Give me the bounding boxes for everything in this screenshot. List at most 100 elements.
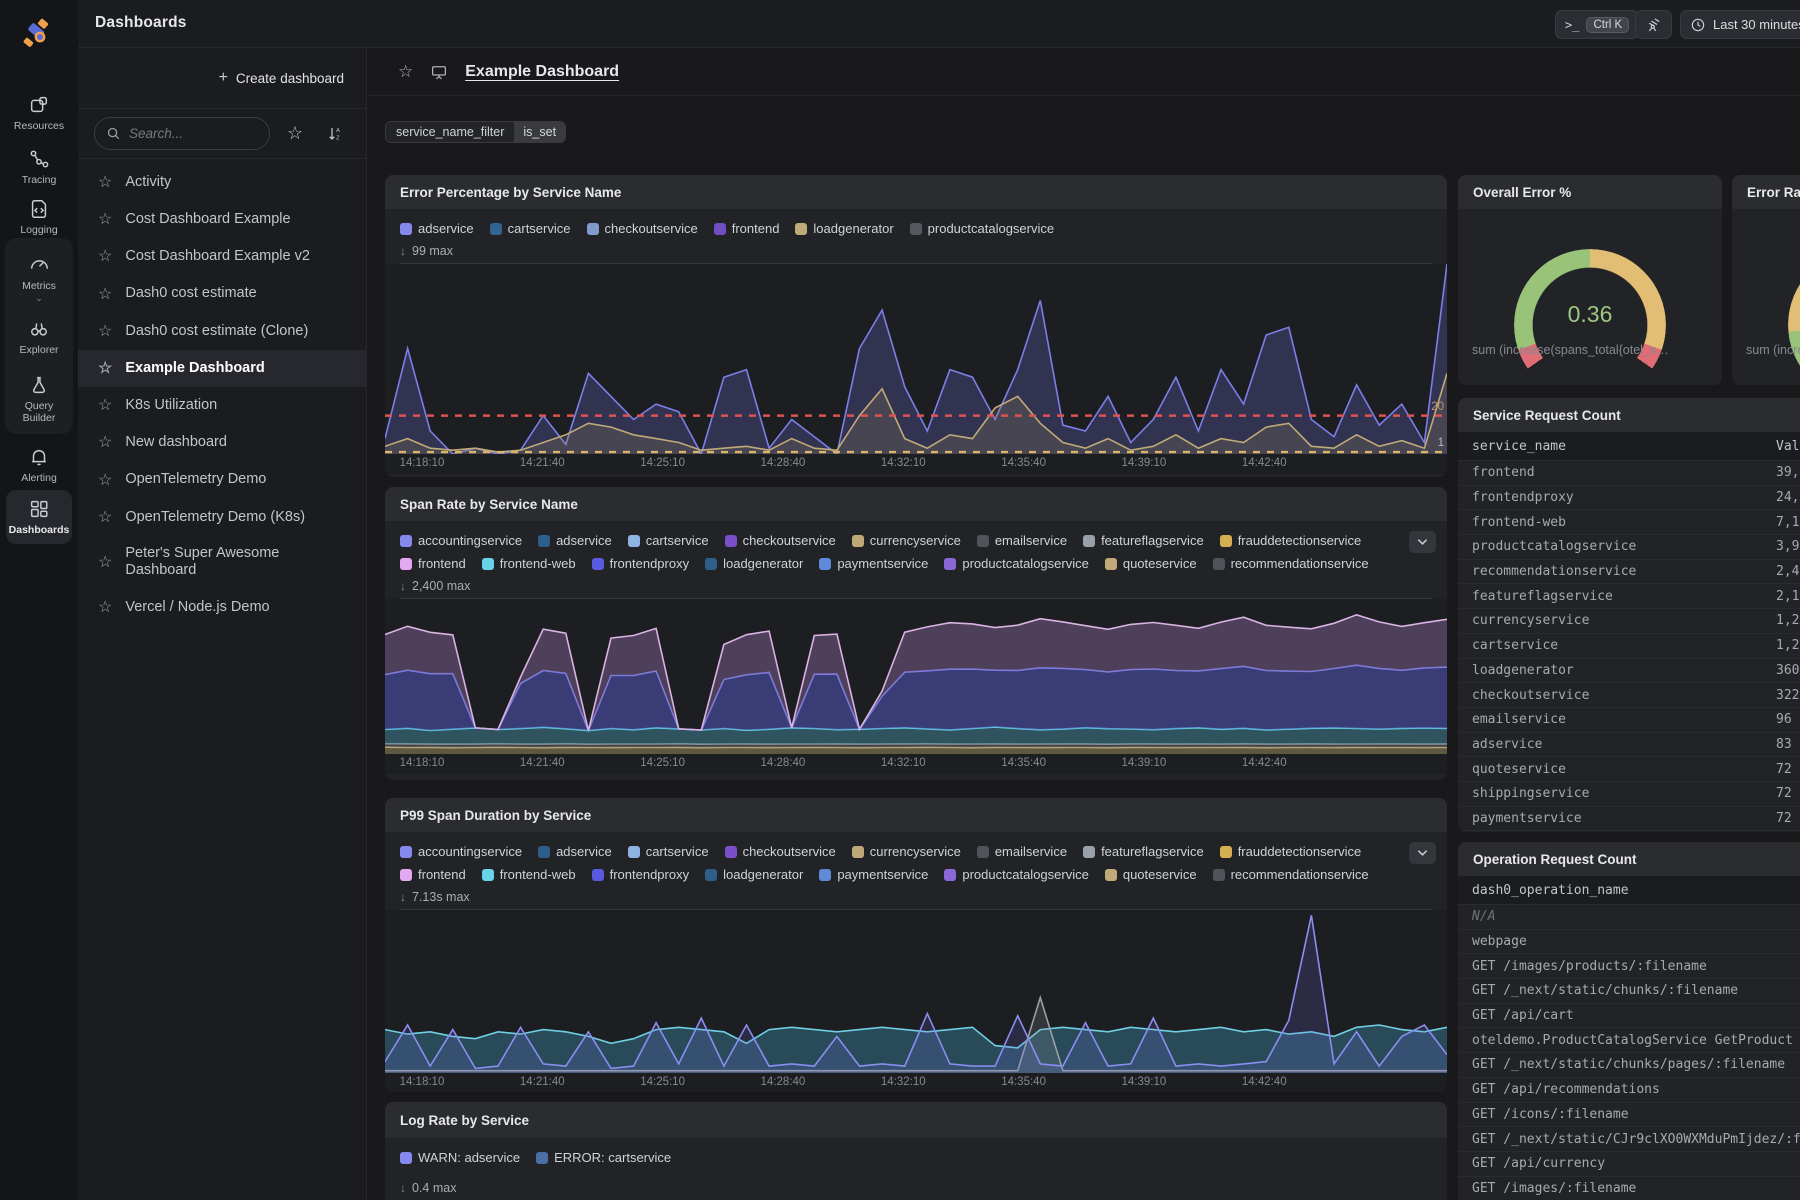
table-row[interactable]: featureflagservice2,12	[1458, 584, 1800, 609]
star-icon[interactable]: ☆	[98, 396, 112, 415]
table-row[interactable]: GET /api/recommendations	[1458, 1078, 1800, 1103]
search-input[interactable]	[129, 126, 249, 141]
star-icon[interactable]: ☆	[98, 247, 112, 266]
legend-item[interactable]: paymentservice	[819, 552, 928, 575]
table-row[interactable]: webpage	[1458, 930, 1800, 955]
favorite-star-icon[interactable]: ☆	[398, 62, 413, 82]
legend-item[interactable]: frontend	[400, 863, 466, 886]
table-row[interactable]: N/A	[1458, 905, 1800, 930]
table-row[interactable]: cartservice1,23	[1458, 634, 1800, 659]
create-dashboard-button[interactable]: + Create dashboard	[219, 69, 344, 87]
legend-item[interactable]: accountingservice	[400, 840, 522, 863]
table-row[interactable]: frontend39,4	[1458, 461, 1800, 486]
star-icon[interactable]: ☆	[98, 322, 112, 341]
table-row[interactable]: emailservice96	[1458, 708, 1800, 733]
dash0-logo[interactable]	[14, 10, 62, 58]
legend-item[interactable]: emailservice	[977, 840, 1067, 863]
legend-item[interactable]: cartservice	[628, 529, 709, 552]
rail-item-metrics[interactable]: Metrics ⌄	[6, 246, 72, 308]
sidebar-dashboard-item[interactable]: ☆Vercel / Node.js Demo	[78, 589, 366, 626]
legend-item[interactable]: featureflagservice	[1083, 529, 1204, 552]
sidebar-dashboard-item[interactable]: ☆Example Dashboard	[78, 350, 366, 387]
dashboard-title[interactable]: Example Dashboard	[465, 63, 619, 81]
table-row[interactable]: frontendproxy24,7	[1458, 486, 1800, 511]
sidebar-dashboard-item[interactable]: ☆Dash0 cost estimate (Clone)	[78, 313, 366, 350]
legend-item[interactable]: cartservice	[490, 217, 571, 240]
legend-item[interactable]: ERROR: cartservice	[536, 1146, 671, 1169]
rail-item-tracing[interactable]: Tracing	[6, 140, 72, 194]
favorites-filter-button[interactable]: ☆	[280, 119, 310, 149]
legend-item[interactable]: adservice	[538, 840, 612, 863]
legend-item[interactable]: recommendationservice	[1213, 863, 1369, 886]
star-icon[interactable]: ☆	[98, 598, 112, 617]
table-row[interactable]: GET /_next/static/CJr9clXO0WXMduPmIjdez/…	[1458, 1127, 1800, 1152]
legend-expand-button[interactable]	[1409, 842, 1436, 864]
legend-item[interactable]: loadgenerator	[795, 217, 893, 240]
sort-button[interactable]: A Z	[320, 119, 350, 149]
table-row[interactable]: oteldemo.ProductCatalogService GetProduc…	[1458, 1028, 1800, 1053]
table-row[interactable]: currencyservice1,26	[1458, 609, 1800, 634]
legend-item[interactable]: productcatalogservice	[944, 863, 1088, 886]
legend-expand-button[interactable]	[1409, 531, 1436, 553]
table-row[interactable]: adservice83	[1458, 733, 1800, 758]
sidebar-dashboard-item[interactable]: ☆New dashboard	[78, 424, 366, 461]
legend-item[interactable]: paymentservice	[819, 863, 928, 886]
table-row[interactable]: GET /api/currency	[1458, 1152, 1800, 1177]
legend-item[interactable]: quoteservice	[1105, 552, 1197, 575]
legend-item[interactable]: frauddetectionservice	[1220, 840, 1362, 863]
table-row[interactable]: productcatalogservice3,99	[1458, 535, 1800, 560]
sidebar-dashboard-item[interactable]: ☆Peter's Super Awesome Dashboard	[78, 536, 366, 589]
search-box[interactable]	[94, 117, 270, 150]
legend-item[interactable]: cartservice	[628, 840, 709, 863]
star-icon[interactable]: ☆	[98, 210, 112, 229]
legend-item[interactable]: frontend-web	[482, 863, 576, 886]
sidebar-dashboard-item[interactable]: ☆Dash0 cost estimate	[78, 276, 366, 313]
star-icon[interactable]: ☆	[98, 508, 112, 527]
table-column-header[interactable]: service_name Val	[1458, 432, 1800, 461]
legend-item[interactable]: adservice	[400, 217, 474, 240]
legend-item[interactable]: currencyservice	[852, 840, 961, 863]
legend-item[interactable]: adservice	[538, 529, 612, 552]
legend-item[interactable]: emailservice	[977, 529, 1067, 552]
legend-item[interactable]: frontendproxy	[592, 863, 690, 886]
star-icon[interactable]: ☆	[98, 359, 112, 378]
table-column-header[interactable]: dash0_operation_name	[1458, 876, 1800, 905]
table-row[interactable]: paymentservice72	[1458, 807, 1800, 832]
sidebar-dashboard-item[interactable]: ☆K8s Utilization	[78, 387, 366, 424]
rail-item-explorer[interactable]: Explorer	[6, 310, 72, 364]
rail-item-resources[interactable]: Resources	[6, 86, 72, 140]
time-range-button[interactable]: Last 30 minutes	[1680, 10, 1800, 39]
table-row[interactable]: frontend-web7,10	[1458, 510, 1800, 535]
legend-item[interactable]: frauddetectionservice	[1220, 529, 1362, 552]
sidebar-dashboard-item[interactable]: ☆Cost Dashboard Example	[78, 201, 366, 238]
table-row[interactable]: GET /images/products/:filename	[1458, 954, 1800, 979]
table-row[interactable]: quoteservice72	[1458, 757, 1800, 782]
sidebar-dashboard-item[interactable]: ☆Activity	[78, 164, 366, 201]
sidebar-dashboard-item[interactable]: ☆Cost Dashboard Example v2	[78, 238, 366, 275]
star-icon[interactable]: ☆	[98, 285, 112, 304]
star-icon[interactable]: ☆	[98, 173, 112, 192]
legend-item[interactable]: frontendproxy	[592, 552, 690, 575]
table-row[interactable]: GET /icons/:filename	[1458, 1103, 1800, 1128]
table-row[interactable]: checkoutservice322	[1458, 683, 1800, 708]
legend-item[interactable]: checkoutservice	[725, 529, 836, 552]
table-row[interactable]: GET /_next/static/chunks/pages/:filename	[1458, 1053, 1800, 1078]
legend-item[interactable]: productcatalogservice	[944, 552, 1088, 575]
legend-item[interactable]: checkoutservice	[587, 217, 698, 240]
star-icon[interactable]: ☆	[98, 471, 112, 490]
table-row[interactable]: shippingservice72	[1458, 782, 1800, 807]
table-row[interactable]: GET /_next/static/chunks/:filename	[1458, 979, 1800, 1004]
legend-item[interactable]: frontend	[400, 552, 466, 575]
legend-item[interactable]: loadgenerator	[705, 863, 803, 886]
rail-item-dashboards[interactable]: Dashboards	[6, 490, 72, 544]
legend-item[interactable]: productcatalogservice	[910, 217, 1054, 240]
table-row[interactable]: recommendationservice2,46	[1458, 560, 1800, 585]
legend-item[interactable]: WARN: adservice	[400, 1146, 520, 1169]
table-row[interactable]: GET /api/cart	[1458, 1004, 1800, 1029]
chart-plot[interactable]	[385, 910, 1447, 1073]
legend-item[interactable]: checkoutservice	[725, 840, 836, 863]
legend-item[interactable]: featureflagservice	[1083, 840, 1204, 863]
legend-item[interactable]: frontend-web	[482, 552, 576, 575]
legend-item[interactable]: quoteservice	[1105, 863, 1197, 886]
star-icon[interactable]: ☆	[98, 553, 112, 572]
